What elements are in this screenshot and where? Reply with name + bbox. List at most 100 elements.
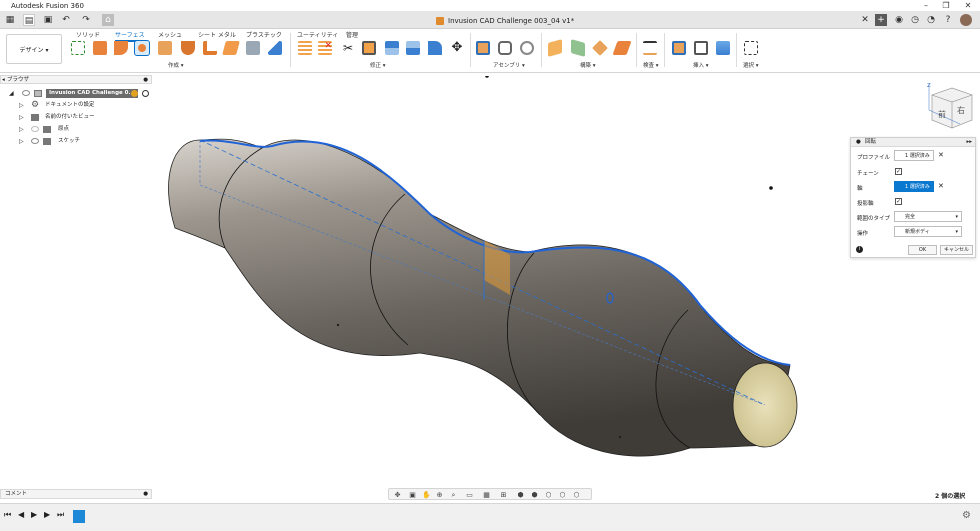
split-scissors-icon[interactable]: ✂ [341, 41, 355, 55]
insert-mesh-icon[interactable] [694, 41, 708, 55]
notifications-icon[interactable]: ◔ [925, 14, 937, 26]
modify-group-label[interactable]: 修正 ▾ [370, 61, 386, 69]
clear-profile-icon[interactable]: ✕ [938, 151, 944, 160]
loft-icon[interactable] [158, 41, 172, 55]
extent-type-select[interactable]: 完全 ▾ [894, 211, 962, 222]
browser-header[interactable]: ◂ ブラウザ ● [0, 75, 152, 84]
tab-mesh[interactable]: メッシュ [158, 30, 182, 39]
save-icon[interactable]: ▣ [42, 14, 54, 26]
revolved-body[interactable] [168, 76, 798, 457]
activate-radio-icon[interactable] [142, 90, 149, 97]
canvas-image-icon[interactable] [716, 41, 730, 55]
pin-icon[interactable]: ● [143, 76, 148, 84]
axis-select-button[interactable]: 1 選択済み [894, 181, 934, 192]
ok-button[interactable]: OK [908, 245, 937, 255]
apps-grid-icon[interactable]: ▦ [4, 14, 16, 26]
measure-icon[interactable] [643, 41, 657, 55]
viewcube-front-label[interactable]: 前 [938, 109, 946, 119]
visibility-eye-icon[interactable] [31, 138, 39, 144]
extend-icon[interactable] [385, 41, 399, 55]
grid-settings-icon[interactable]: ▦ [482, 491, 491, 499]
dialog-header[interactable]: ● 回転 ▸▸ [851, 138, 975, 147]
insert-group-label[interactable]: 挿入 ▾ [693, 61, 709, 69]
hidden-edges-icon[interactable]: ⬡ [558, 491, 567, 499]
avatar[interactable] [960, 14, 972, 26]
patch-icon[interactable] [181, 41, 195, 55]
joint-icon[interactable] [498, 41, 512, 55]
expand-triangle-icon[interactable]: ▷ [19, 126, 24, 133]
untrim-icon[interactable]: ✕ [318, 41, 332, 55]
comments-panel[interactable]: コメント ● [0, 489, 152, 499]
info-icon[interactable]: i [856, 246, 863, 253]
create-sketch-icon[interactable] [71, 41, 85, 55]
fit-icon[interactable]: ⌕ [449, 491, 458, 499]
timeline-end-icon[interactable]: ⏭ [57, 510, 64, 520]
view-cube[interactable] [928, 84, 973, 129]
browser-item-origin[interactable]: ▷ 原点 [0, 124, 160, 135]
browser-item-document-settings[interactable]: ▷ ⚙ ドキュメントの設定 [0, 100, 160, 111]
tab-plastic[interactable]: プラスチック [246, 30, 282, 39]
wireframe-icon[interactable]: ⬡ [544, 491, 553, 499]
fillet-icon[interactable] [428, 41, 442, 55]
body-display-icon[interactable]: ⬢ [516, 491, 525, 499]
shaded-icon[interactable]: ⬢ [530, 491, 539, 499]
help-icon[interactable]: ? [942, 14, 954, 26]
redo-icon[interactable]: ↷ [80, 14, 92, 26]
new-tab-icon[interactable]: + [875, 14, 887, 26]
file-menu-icon[interactable]: ▤ [23, 14, 35, 26]
construct-group-label[interactable]: 構築 ▾ [580, 61, 596, 69]
operation-select[interactable]: 新規ボディ ▾ [894, 226, 962, 237]
viewcube-right-label[interactable]: 右 [957, 105, 965, 115]
close-window-button[interactable]: ✕ [958, 0, 978, 11]
tab-utilities[interactable]: ユーティリティ [297, 30, 338, 39]
browser-item-root[interactable]: ◢ Invusion CAD Challenge 0... [0, 88, 160, 99]
extrude-icon[interactable] [93, 41, 107, 55]
display-settings-icon[interactable]: ▭ [465, 491, 474, 499]
expand-triangle-icon[interactable]: ◢ [9, 90, 14, 97]
clear-axis-icon[interactable]: ✕ [938, 182, 944, 191]
timeline-play-icon[interactable]: ▶ [31, 510, 37, 520]
visibility-eye-icon[interactable] [31, 126, 39, 132]
workspace-switcher[interactable]: デザイン ▾ [6, 34, 62, 64]
press-pull-icon[interactable] [362, 41, 376, 55]
timeline-start-icon[interactable]: ⏮ [4, 510, 11, 520]
home-icon[interactable]: ⌂ [102, 14, 114, 26]
create-group-label[interactable]: 作成 ▾ [168, 61, 184, 69]
timeline-prev-icon[interactable]: ◀ [18, 510, 24, 520]
tab-sheet-metal[interactable]: シート メタル [198, 30, 236, 39]
profile-select-button[interactable]: 1 選択済み [894, 150, 934, 161]
trim-icon[interactable] [298, 41, 312, 55]
maximize-button[interactable]: ❐ [936, 0, 956, 11]
offset-icon[interactable] [203, 41, 217, 55]
expand-triangle-icon[interactable]: ▷ [19, 102, 24, 109]
tab-manage[interactable]: 管理 [346, 30, 358, 39]
visible-edges-icon[interactable]: ⬡ [572, 491, 581, 499]
assemble-group-label[interactable]: アセンブリ ▾ [493, 61, 525, 69]
viewports-icon[interactable]: ⊞ [499, 491, 508, 499]
extensions-icon[interactable]: ◉ [893, 14, 905, 26]
insert-derive-icon[interactable] [672, 41, 686, 55]
timeline-feature-revolve[interactable] [73, 510, 85, 523]
job-status-icon[interactable]: ◷ [909, 14, 921, 26]
expand-triangle-icon[interactable]: ▷ [19, 114, 24, 121]
inspect-group-label[interactable]: 検査 ▾ [643, 61, 659, 69]
cancel-button[interactable]: キャンセル [940, 245, 973, 255]
zoom-icon[interactable]: ⊕ [435, 491, 444, 499]
orbit-icon[interactable]: ✥ [393, 491, 402, 499]
thicken-icon[interactable] [246, 41, 260, 55]
chain-checkbox[interactable]: ✓ [895, 168, 902, 175]
minimize-button[interactable]: – [916, 0, 936, 11]
expand-triangle-icon[interactable]: ▷ [19, 138, 24, 145]
document-tab[interactable]: Invusion CAD Challenge 003_04 v1* [428, 12, 868, 29]
tab-solid[interactable]: ソリッド [76, 30, 100, 39]
timeline-settings-gear-icon[interactable]: ⚙ [962, 510, 971, 521]
select-group-label[interactable]: 選択 ▾ [743, 61, 759, 69]
timeline-next-icon[interactable]: ▶ [44, 510, 50, 520]
motion-study-icon[interactable] [520, 41, 534, 55]
visibility-eye-icon[interactable] [22, 90, 30, 96]
boundary-fill-icon[interactable] [268, 41, 282, 55]
browser-item-named-views[interactable]: ▷ 名前の付いたビュー [0, 112, 160, 123]
select-icon[interactable] [744, 41, 758, 55]
new-component-icon[interactable] [476, 41, 490, 55]
pan-icon[interactable]: ✋ [422, 491, 431, 499]
